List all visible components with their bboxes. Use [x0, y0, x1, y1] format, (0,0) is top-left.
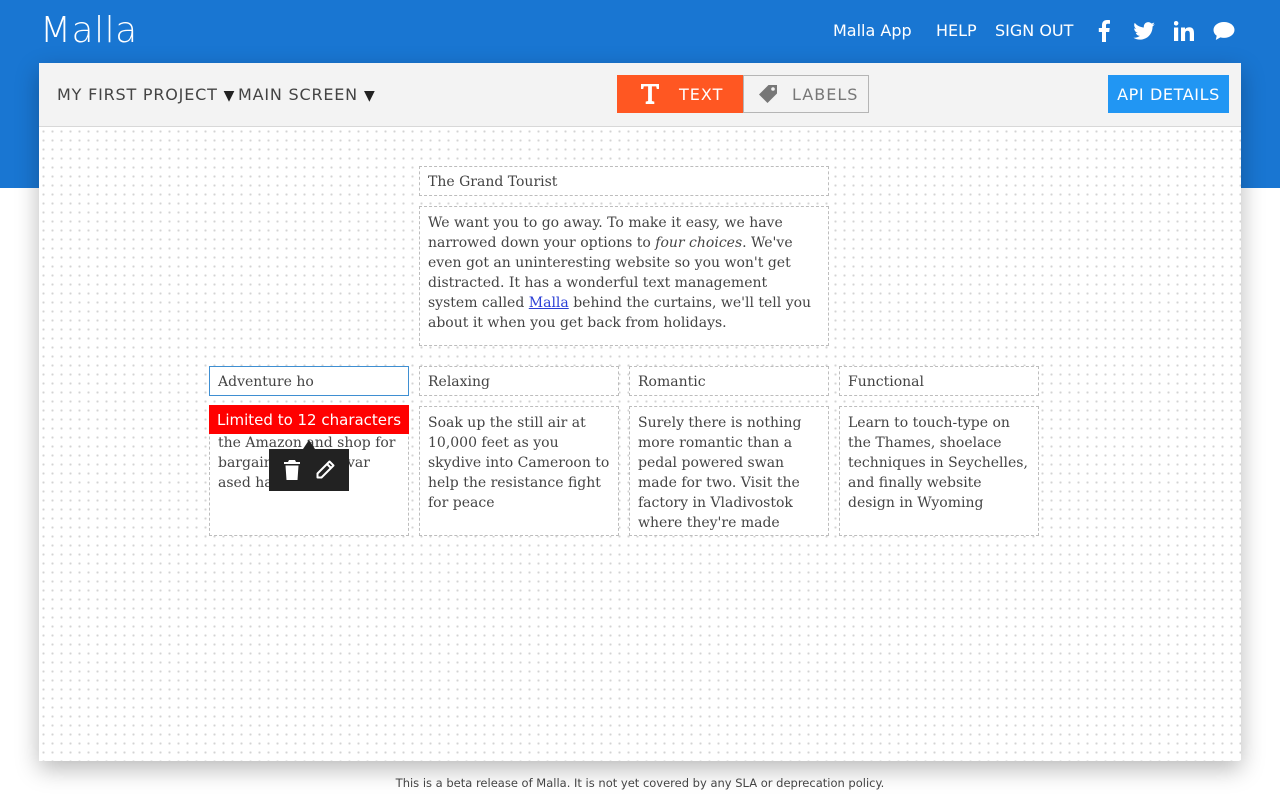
linkedin-icon[interactable]	[1173, 20, 1195, 42]
malla-inline-link[interactable]: Malla	[529, 295, 569, 311]
validation-error-message: Limited to 12 characters	[209, 405, 409, 434]
help-link[interactable]: HELP	[936, 21, 977, 40]
mode-text-button[interactable]: TEXT	[617, 75, 743, 113]
card-title-functional[interactable]: Functional	[839, 366, 1039, 396]
editor-toolbar: MY FIRST PROJECT ▼ MAIN SCREEN ▼ TEXT LABE…	[39, 63, 1241, 127]
text-format-icon	[641, 84, 659, 104]
mode-labels-button[interactable]: LABELS	[743, 75, 869, 113]
card-body-functional[interactable]: Learn to touch-type on the Thames, shoel…	[839, 406, 1039, 536]
chat-icon[interactable]	[1213, 20, 1235, 42]
card-title-relaxing[interactable]: Relaxing	[419, 366, 619, 396]
context-menu	[269, 449, 349, 491]
screen-selector[interactable]: MAIN SCREEN ▼	[238, 85, 376, 104]
trash-icon[interactable]	[283, 460, 301, 480]
facebook-icon[interactable]	[1093, 20, 1115, 42]
card-body-romantic[interactable]: Surely there is nothing more romantic th…	[629, 406, 829, 536]
chevron-down-icon: ▼	[223, 88, 236, 104]
card-title-adventure-input[interactable]: Adventure ho	[209, 366, 409, 396]
twitter-icon[interactable]	[1133, 20, 1155, 42]
context-menu-pointer	[303, 440, 315, 449]
intro-emphasis: four choices	[655, 235, 743, 251]
mode-text-label: TEXT	[679, 84, 724, 104]
mode-labels-label: LABELS	[792, 84, 859, 104]
title-text-box[interactable]: The Grand Tourist	[419, 166, 829, 196]
beta-notice: This is a beta release of Malla. It is n…	[395, 776, 885, 790]
pencil-icon[interactable]	[315, 460, 335, 480]
app-logo[interactable]: Malla	[40, 10, 138, 51]
tag-icon	[758, 84, 778, 104]
card-body-relaxing[interactable]: Soak up the still air at 10,000 feet as …	[419, 406, 619, 536]
malla-app-link[interactable]: Malla App	[833, 21, 912, 40]
chevron-down-icon: ▼	[363, 88, 376, 104]
project-selector[interactable]: MY FIRST PROJECT ▼	[57, 85, 235, 104]
editor-panel: MY FIRST PROJECT ▼ MAIN SCREEN ▼ TEXT LABE…	[39, 63, 1241, 761]
sign-out-link[interactable]: SIGN OUT	[995, 21, 1073, 40]
intro-text-box[interactable]: We want you to go away. To make it easy,…	[419, 206, 829, 346]
card-title-romantic[interactable]: Romantic	[629, 366, 829, 396]
api-details-button[interactable]: API DETAILS	[1108, 75, 1229, 113]
design-canvas: The Grand Tourist We want you to go away…	[39, 127, 1241, 761]
project-name: MY FIRST PROJECT	[57, 85, 218, 104]
screen-name: MAIN SCREEN	[238, 85, 358, 104]
